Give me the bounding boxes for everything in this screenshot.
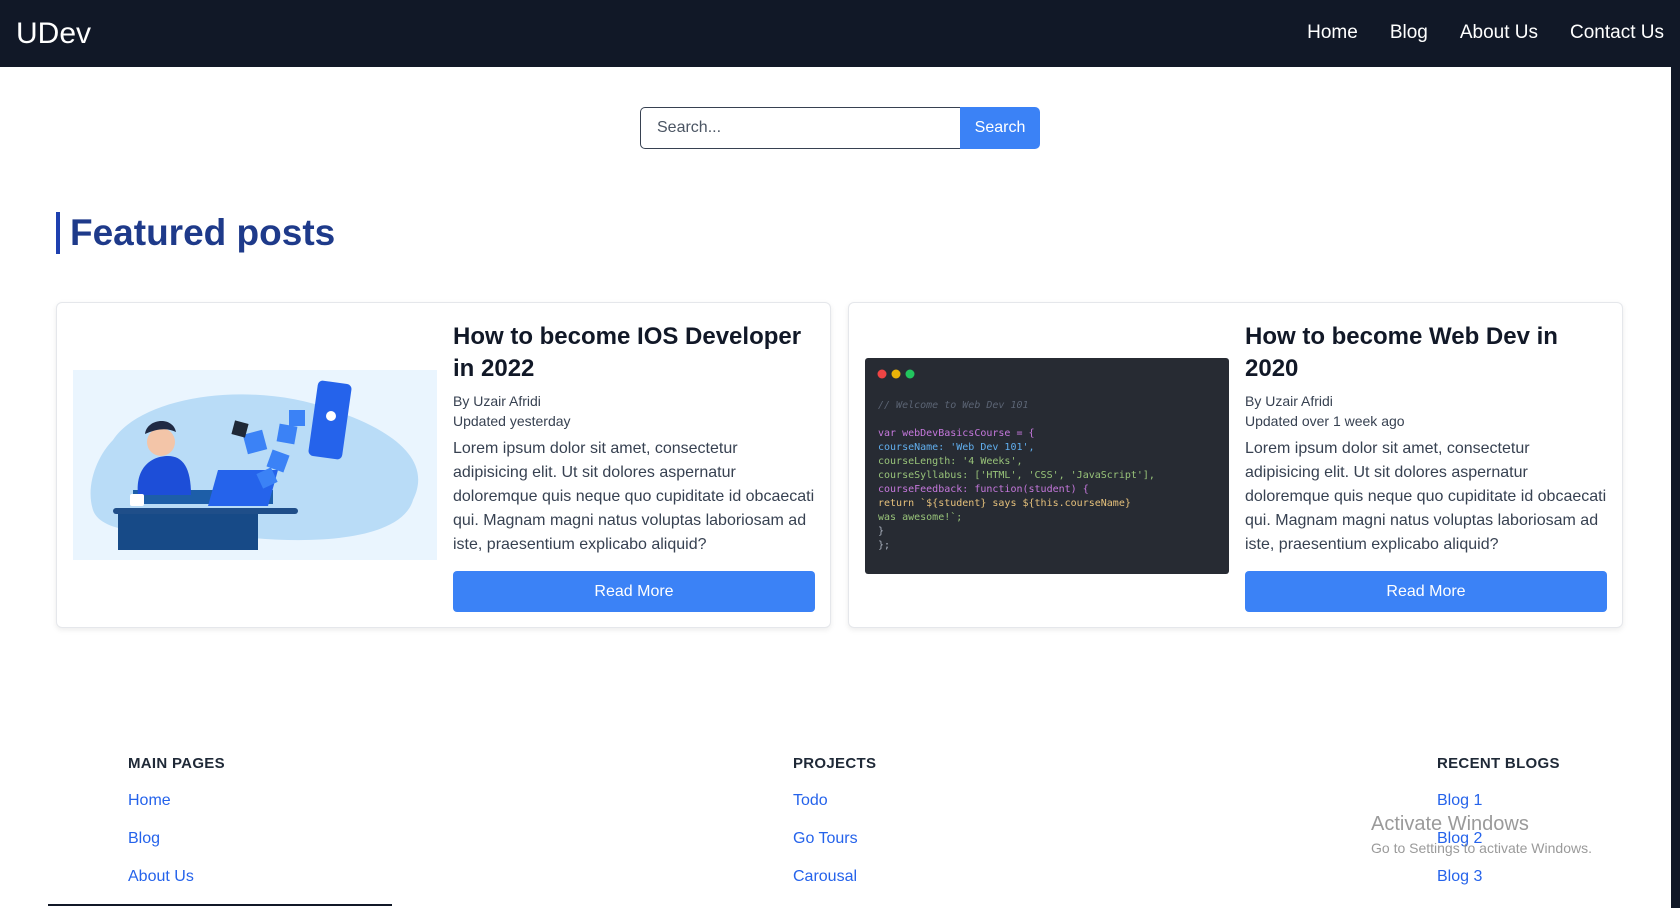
post-card-webdev: // Welcome to Web Dev 101 var webDevBasi… bbox=[848, 302, 1623, 628]
post-excerpt: Lorem ipsum dolor sit amet, consectetur … bbox=[1245, 440, 1607, 553]
watermark-title: Activate Windows bbox=[1371, 813, 1529, 835]
code-line: var webDevBasicsCourse = { bbox=[878, 428, 1035, 439]
footer-heading: PROJECTS bbox=[793, 755, 877, 772]
code-line: was awesome!`; bbox=[878, 511, 962, 523]
code-line: courseName: 'Web Dev 101', bbox=[878, 442, 1035, 453]
footer-link-about-us[interactable]: About Us bbox=[128, 868, 225, 886]
featured-posts-title: Featured posts bbox=[56, 212, 335, 254]
footer-projects: PROJECTS Todo Go Tours Carousal bbox=[793, 755, 876, 886]
search-input[interactable] bbox=[640, 107, 960, 149]
navbar: UDev Home Blog About Us Contact Us bbox=[0, 0, 1680, 67]
code-line: courseFeedback: function(student) { bbox=[878, 484, 1089, 495]
nav-home[interactable]: Home bbox=[1307, 22, 1358, 44]
window-close-dot bbox=[877, 369, 887, 379]
watermark-subtitle: Go to Settings to activate Windows. bbox=[1371, 840, 1592, 856]
horizontal-scrollbar-thumb[interactable] bbox=[48, 904, 392, 906]
code-editor-screenshot: // Welcome to Web Dev 101 var webDevBasi… bbox=[865, 358, 1229, 574]
nav-links: Home Blog About Us Contact Us bbox=[1307, 22, 1664, 44]
footer-main-pages: MAIN PAGES Home Blog About Us bbox=[128, 755, 225, 886]
read-more-button[interactable]: Read More bbox=[453, 571, 815, 612]
footer-link-todo[interactable]: Todo bbox=[793, 792, 876, 810]
post-title[interactable]: How to become IOS Developer in 2022 bbox=[453, 321, 815, 385]
post-card-ios: How to become IOS Developer in 2022 By U… bbox=[56, 302, 831, 628]
footer-heading: MAIN PAGES bbox=[128, 755, 225, 772]
post-card-body: How to become IOS Developer in 2022 By U… bbox=[453, 321, 815, 557]
post-excerpt: Lorem ipsum dolor sit amet, consectetur … bbox=[453, 440, 815, 553]
code-line: courseLength: '4 Weeks', bbox=[878, 456, 1023, 467]
footer-heading: RECENT BLOGS bbox=[1437, 755, 1560, 772]
footer-link-home[interactable]: Home bbox=[128, 792, 225, 810]
post-updated: Updated yesterday bbox=[453, 413, 571, 429]
footer-link-carousal[interactable]: Carousal bbox=[793, 868, 876, 886]
code-line: courseSyllabus: ['HTML', 'CSS', 'JavaScr… bbox=[878, 470, 1155, 481]
footer-link-blog-1[interactable]: Blog 1 bbox=[1437, 792, 1560, 810]
post-card-body: How to become Web Dev in 2020 By Uzair A… bbox=[1245, 321, 1607, 557]
footer-link-blog-3[interactable]: Blog 3 bbox=[1437, 868, 1560, 886]
footer-link-blog[interactable]: Blog bbox=[128, 830, 225, 848]
scrollbar-track[interactable] bbox=[1671, 67, 1680, 908]
nav-about-us[interactable]: About Us bbox=[1460, 22, 1538, 44]
window-minimize-dot bbox=[891, 369, 901, 379]
windows-activation-watermark: Activate Windows Go to Settings to activ… bbox=[1371, 813, 1592, 856]
search-bar: Search bbox=[640, 107, 1040, 149]
code-line: } bbox=[878, 526, 884, 537]
post-author: By Uzair Afridi bbox=[453, 393, 541, 409]
footer-link-go-tours[interactable]: Go Tours bbox=[793, 830, 876, 848]
code-line: return `${student} says ${this.courseNam… bbox=[878, 497, 1131, 509]
search-button[interactable]: Search bbox=[960, 107, 1040, 149]
brand-logo[interactable]: UDev bbox=[16, 17, 91, 51]
ios-developer-illustration bbox=[73, 370, 437, 560]
post-author: By Uzair Afridi bbox=[1245, 393, 1333, 409]
read-more-button[interactable]: Read More bbox=[1245, 571, 1607, 612]
nav-blog[interactable]: Blog bbox=[1390, 22, 1428, 44]
nav-contact-us[interactable]: Contact Us bbox=[1570, 22, 1664, 44]
post-updated: Updated over 1 week ago bbox=[1245, 413, 1405, 429]
window-maximize-dot bbox=[905, 369, 915, 379]
code-line: }; bbox=[878, 540, 890, 551]
post-title[interactable]: How to become Web Dev in 2020 bbox=[1245, 321, 1607, 385]
code-line: // Welcome to Web Dev 101 bbox=[878, 400, 1029, 411]
